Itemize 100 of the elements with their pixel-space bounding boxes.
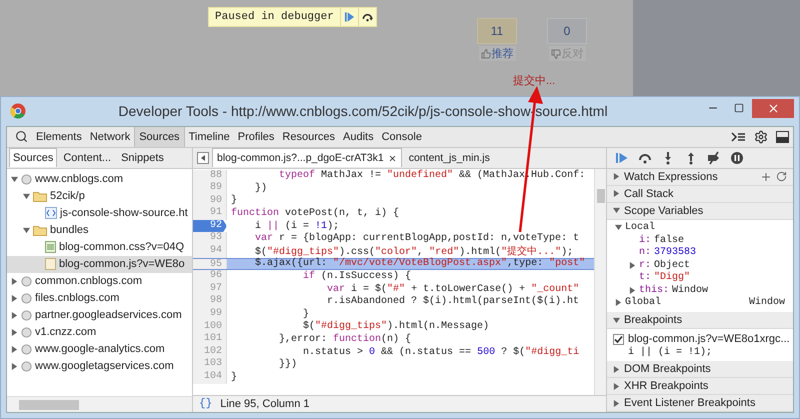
file-tree-item[interactable]: js-console-show-source.ht bbox=[7, 204, 192, 222]
variable-row-text: t: "Digg" bbox=[638, 272, 692, 284]
panel-tab[interactable]: Resources bbox=[278, 126, 339, 146]
script-file-icon bbox=[45, 258, 56, 270]
line-number[interactable]: 92 bbox=[193, 220, 227, 232]
close-tab-icon[interactable] bbox=[388, 154, 397, 162]
panel-tab[interactable]: Timeline bbox=[184, 126, 234, 146]
file-tree-item[interactable]: www.cnblogs.com bbox=[7, 170, 192, 188]
horizontal-scrollbar[interactable] bbox=[7, 396, 192, 412]
toggle-sidebar-icon[interactable] bbox=[197, 152, 209, 164]
file-tree-item[interactable]: blog-common.css?v=04Q bbox=[7, 238, 192, 256]
file-tree-item[interactable]: partner.googleadservices.com bbox=[7, 306, 192, 324]
sidebar-tab[interactable]: Sources bbox=[9, 148, 58, 167]
code-line: } bbox=[230, 372, 238, 383]
vote-status-text: 提交中... bbox=[513, 74, 556, 88]
pane-section-header[interactable]: Scope Variables bbox=[607, 202, 793, 220]
vertical-scrollbar[interactable] bbox=[594, 168, 606, 395]
expand-triangle-right-icon[interactable] bbox=[613, 366, 620, 372]
pause-icon[interactable] bbox=[730, 150, 744, 164]
panel-tab[interactable]: Sources bbox=[134, 126, 185, 146]
search-icon bbox=[15, 130, 28, 143]
editor-tab[interactable]: blog-common.js?...p_dgoE-crAT3k1 bbox=[212, 148, 402, 167]
resume-icon[interactable] bbox=[615, 150, 629, 164]
panel-tab[interactable]: Audits bbox=[339, 126, 378, 146]
expand-triangle-right-icon[interactable] bbox=[11, 346, 18, 352]
panel-tab[interactable]: Elements bbox=[32, 126, 86, 146]
html-file-icon bbox=[45, 207, 57, 219]
maximize-icon bbox=[734, 103, 744, 113]
pane-section-header[interactable]: Call Stack bbox=[607, 186, 793, 202]
expand-triangle-down-icon[interactable] bbox=[23, 226, 30, 234]
file-tree-item[interactable]: 52cik/p bbox=[7, 188, 192, 204]
pane-section-header[interactable]: Breakpoints bbox=[607, 312, 793, 329]
deactivate-breakpoints-icon[interactable] bbox=[707, 150, 721, 164]
scope-row[interactable]: Global Window bbox=[607, 296, 793, 309]
expand-triangle-down-icon[interactable] bbox=[23, 192, 30, 200]
banner-text: Paused in debugger bbox=[214, 11, 335, 23]
cursor-position: Line 95, Column 1 bbox=[220, 398, 310, 410]
pretty-print-button[interactable]: {} bbox=[199, 398, 212, 410]
expand-triangle-right-icon[interactable] bbox=[11, 294, 18, 302]
code-line: },error: function(n) { bbox=[278, 334, 412, 346]
file-tree-item[interactable]: files.cnblogs.com bbox=[7, 290, 192, 306]
variable-row: this: Window bbox=[607, 284, 793, 296]
thumbs-up-icon bbox=[480, 48, 490, 58]
expand-triangle-right-icon[interactable] bbox=[11, 278, 18, 284]
expand-triangle-right-icon[interactable] bbox=[11, 312, 18, 318]
add-icon[interactable] bbox=[760, 170, 772, 182]
file-tree-item[interactable]: www.googletagservices.com bbox=[7, 358, 192, 374]
expand-triangle-down-icon[interactable] bbox=[11, 176, 18, 182]
breakpoint-checkbox[interactable] bbox=[613, 334, 624, 344]
file-tree-item[interactable]: www.google-analytics.com bbox=[7, 340, 192, 358]
file-tree-item[interactable]: v1.cnzz.com bbox=[7, 324, 192, 340]
code-line: var i = $("#" + t.toLowerCase() + "_count" bbox=[326, 284, 580, 295]
globe-icon bbox=[21, 344, 32, 354]
code-line: }) bbox=[254, 182, 268, 194]
refresh-icon[interactable] bbox=[776, 171, 787, 182]
close-button[interactable] bbox=[752, 98, 794, 118]
code-line: i || (i = !1); bbox=[254, 220, 340, 232]
code-line: }}) bbox=[278, 359, 298, 370]
scope-row[interactable]: Local bbox=[607, 222, 793, 234]
expand-triangle-right-icon[interactable] bbox=[613, 382, 620, 390]
folder-icon bbox=[33, 224, 47, 236]
file-tree-item[interactable]: bundles bbox=[7, 222, 192, 238]
expand-triangle-down-icon[interactable] bbox=[615, 224, 622, 232]
expand-triangle-right-icon[interactable] bbox=[613, 173, 620, 180]
code-line: $.ajax({url: "/mvc/vote/VoteBlogPost.aspx",type: "post" bbox=[254, 258, 586, 270]
pane-section-header[interactable]: XHR Breakpoints bbox=[607, 378, 793, 395]
variable-row-text: i: false bbox=[638, 234, 686, 246]
variable-row: r: Object bbox=[607, 259, 793, 272]
pane-section-header[interactable]: Watch Expressions bbox=[607, 168, 793, 186]
code-line: } bbox=[302, 308, 310, 320]
step-over-icon[interactable] bbox=[358, 8, 376, 26]
code-line: var r = {blogApp: currentBlogApp,postId: n,voteType: t bbox=[254, 233, 580, 244]
panel-tab[interactable]: Profiles bbox=[234, 126, 278, 146]
expand-triangle-down-icon[interactable] bbox=[613, 207, 620, 214]
code-line: if (n.IsSuccess) { bbox=[302, 271, 412, 282]
file-tree-item[interactable]: blog-common.js?v=WE8o bbox=[7, 256, 192, 272]
pane-section-header[interactable]: Event Listener Breakpoints bbox=[607, 395, 793, 412]
expand-triangle-right-icon[interactable] bbox=[629, 262, 636, 269]
globe-icon bbox=[21, 326, 32, 338]
expand-triangle-right-icon[interactable] bbox=[11, 362, 18, 370]
vote-count: 11 bbox=[477, 18, 517, 44]
globe-icon bbox=[21, 310, 32, 320]
code-line: function votePost(n, t, i) { bbox=[230, 208, 400, 220]
sidebar-tab[interactable]: Content... bbox=[59, 148, 116, 167]
panel-tab[interactable]: Network bbox=[86, 126, 134, 146]
browser-logo-icon bbox=[10, 103, 26, 119]
expand-triangle-right-icon[interactable] bbox=[11, 328, 18, 336]
expand-triangle-down-icon[interactable] bbox=[613, 316, 620, 324]
breakpoint-code: i || (i = !1); bbox=[627, 347, 714, 358]
editor-tab[interactable]: content_js_min.js bbox=[404, 148, 494, 167]
panel-tab[interactable]: Console bbox=[378, 126, 426, 146]
pane-section-header[interactable]: DOM Breakpoints bbox=[607, 361, 793, 378]
file-tree-item[interactable]: common.cnblogs.com bbox=[7, 272, 192, 290]
expand-triangle-right-icon[interactable] bbox=[613, 400, 620, 406]
close-icon bbox=[766, 102, 780, 114]
code-line: r.isAbandoned ? $(i).html(parseInt($(i).ht bbox=[326, 296, 580, 308]
sidebar-tab[interactable]: Snippets bbox=[117, 148, 168, 167]
expand-triangle-right-icon[interactable] bbox=[613, 190, 620, 197]
settings-icon bbox=[754, 130, 768, 144]
code-line: $("#digg_tips").css("color", "red").html("提交中..."); bbox=[254, 244, 574, 258]
